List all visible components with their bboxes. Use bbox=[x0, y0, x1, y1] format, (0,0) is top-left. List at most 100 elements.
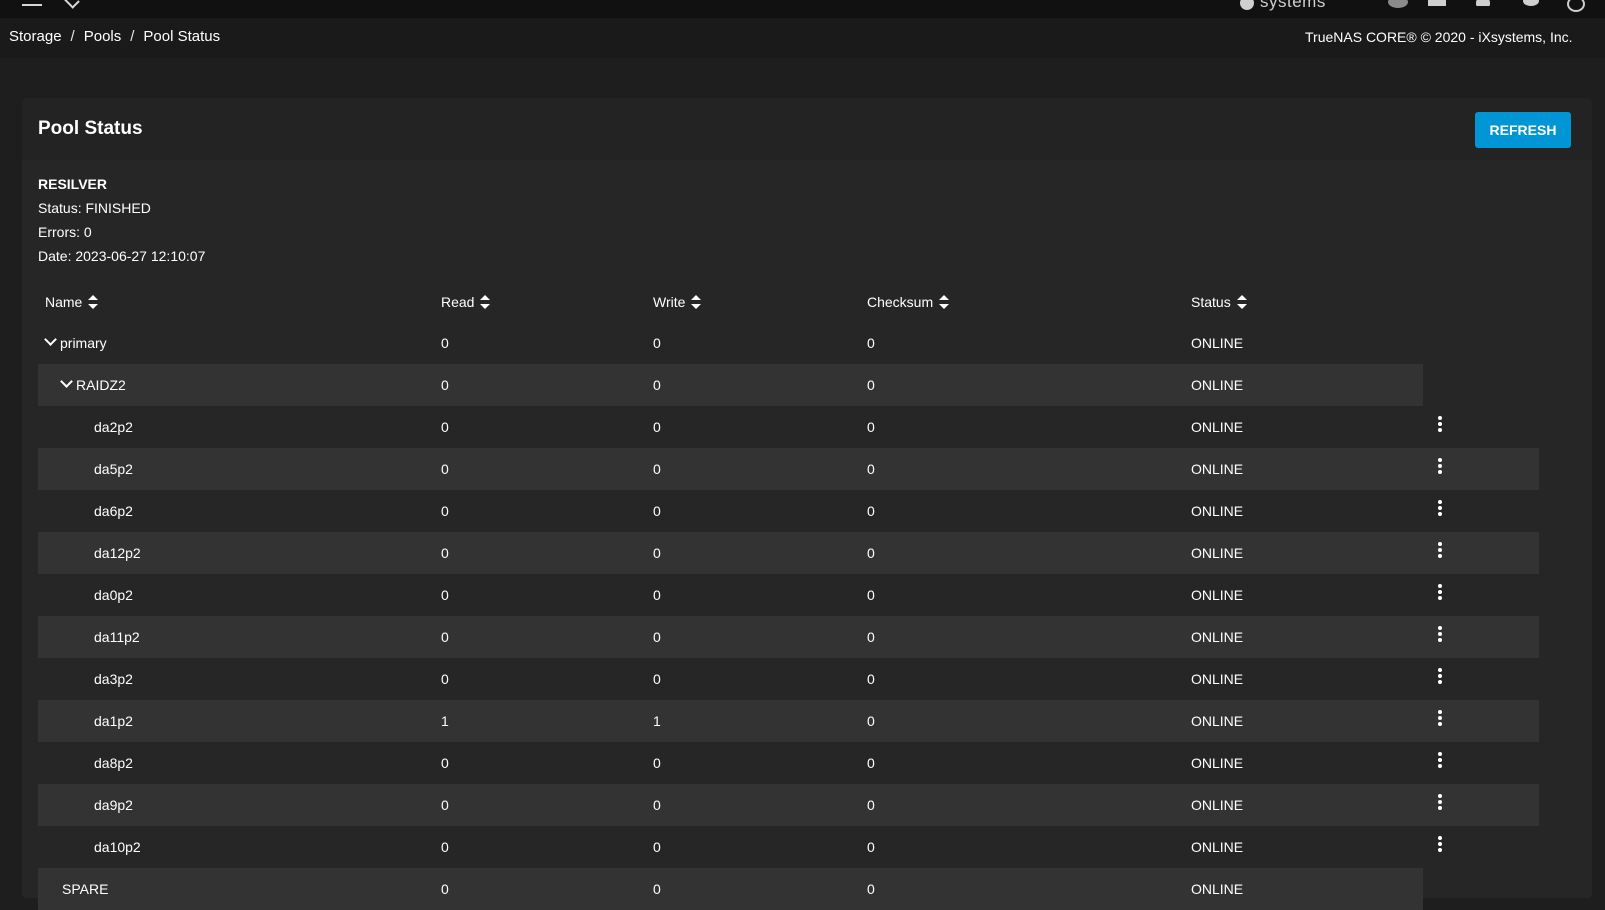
column-header-label: Checksum bbox=[867, 294, 934, 310]
cell-checksum: 0 bbox=[867, 461, 875, 477]
cell-write: 0 bbox=[653, 881, 661, 897]
cell-status: ONLINE bbox=[1191, 587, 1244, 603]
chevron-down-icon[interactable] bbox=[64, 0, 80, 9]
table-row[interactable]: da11p2 0 0 0 ONLINE bbox=[38, 616, 1594, 658]
kebab-dot bbox=[1438, 584, 1442, 588]
settings-gear-icon[interactable] bbox=[1523, 0, 1539, 6]
table-row[interactable]: da0p2 0 0 0 ONLINE bbox=[38, 574, 1594, 616]
cell-status: ONLINE bbox=[1191, 461, 1244, 477]
cell-checksum: 0 bbox=[867, 335, 875, 351]
column-header-read[interactable]: Read bbox=[441, 294, 491, 310]
kebab-dot bbox=[1438, 548, 1442, 552]
cell-status: ONLINE bbox=[1191, 881, 1244, 897]
table-row[interactable]: da12p2 0 0 0 ONLINE bbox=[38, 532, 1594, 574]
cell-checksum: 0 bbox=[867, 377, 875, 393]
breadcrumb-pools[interactable]: Pools bbox=[84, 28, 122, 45]
copyright-text: TrueNAS CORE® © 2020 - iXsystems, Inc. bbox=[1305, 29, 1573, 45]
cell-name: primary bbox=[44, 333, 107, 351]
table-row[interactable]: da10p2 0 0 0 ONLINE bbox=[38, 826, 1594, 868]
table-row[interactable]: da1p2 1 1 0 ONLINE bbox=[38, 700, 1594, 742]
notifications-bell-icon[interactable] bbox=[1476, 0, 1490, 6]
table-row[interactable]: primary 0 0 0 ONLINE bbox=[38, 322, 1594, 364]
row-name-label: da12p2 bbox=[94, 545, 141, 561]
cell-checksum: 0 bbox=[867, 545, 875, 561]
expand-chevron-icon[interactable] bbox=[60, 375, 73, 388]
cell-name: da9p2 bbox=[94, 797, 133, 813]
expand-chevron-icon[interactable] bbox=[44, 333, 57, 346]
more-options-icon[interactable] bbox=[1434, 584, 1446, 602]
cell-write: 1 bbox=[653, 713, 661, 729]
column-header-name[interactable]: Name bbox=[45, 294, 99, 310]
more-options-icon[interactable] bbox=[1434, 542, 1446, 560]
more-options-icon[interactable] bbox=[1434, 626, 1446, 644]
more-options-icon[interactable] bbox=[1434, 668, 1446, 686]
table-row[interactable]: da5p2 0 0 0 ONLINE bbox=[38, 448, 1594, 490]
kebab-dot bbox=[1438, 464, 1442, 468]
cell-read: 0 bbox=[441, 839, 449, 855]
cell-name: SPARE bbox=[62, 881, 108, 897]
cell-checksum: 0 bbox=[867, 629, 875, 645]
power-icon[interactable] bbox=[1567, 0, 1585, 12]
more-options-icon[interactable] bbox=[1434, 794, 1446, 812]
more-options-icon[interactable] bbox=[1434, 710, 1446, 728]
column-header-write[interactable]: Write bbox=[653, 294, 702, 310]
cell-name: da5p2 bbox=[94, 461, 133, 477]
cell-name: da0p2 bbox=[94, 587, 133, 603]
truecommand-icon[interactable] bbox=[1388, 0, 1408, 8]
row-name-label: da8p2 bbox=[94, 755, 133, 771]
column-header-status[interactable]: Status bbox=[1191, 294, 1247, 310]
kebab-dot bbox=[1438, 752, 1442, 756]
cell-read: 0 bbox=[441, 545, 449, 561]
ixsystems-logo: systems bbox=[1240, 0, 1326, 12]
kebab-dot bbox=[1438, 470, 1442, 474]
kebab-dot bbox=[1438, 626, 1442, 630]
cell-read: 0 bbox=[441, 461, 449, 477]
cell-read: 0 bbox=[441, 629, 449, 645]
more-options-icon[interactable] bbox=[1434, 500, 1446, 518]
table-row[interactable]: da6p2 0 0 0 ONLINE bbox=[38, 490, 1594, 532]
more-options-icon[interactable] bbox=[1434, 458, 1446, 476]
table-row[interactable]: da2p2 0 0 0 ONLINE bbox=[38, 406, 1594, 448]
kebab-dot bbox=[1438, 710, 1442, 714]
scan-type: RESILVER bbox=[38, 176, 107, 192]
row-name-label: da3p2 bbox=[94, 671, 133, 687]
page-title: Pool Status bbox=[38, 118, 143, 139]
top-toolbar: systems bbox=[0, 0, 1605, 18]
more-options-icon[interactable] bbox=[1434, 836, 1446, 854]
kebab-dot bbox=[1438, 674, 1442, 678]
cell-name: RAIDZ2 bbox=[60, 375, 126, 393]
table-row[interactable]: da9p2 0 0 0 ONLINE bbox=[38, 784, 1594, 826]
cell-status: ONLINE bbox=[1191, 545, 1244, 561]
kebab-dot bbox=[1438, 800, 1442, 804]
breadcrumb-storage[interactable]: Storage bbox=[9, 28, 62, 45]
directory-services-icon[interactable] bbox=[1428, 0, 1446, 6]
menu-icon[interactable] bbox=[22, 0, 42, 6]
cell-write: 0 bbox=[653, 545, 661, 561]
refresh-button[interactable]: REFRESH bbox=[1475, 112, 1571, 148]
table-row[interactable]: RAIDZ2 0 0 0 ONLINE bbox=[38, 364, 1594, 406]
table-row[interactable]: SPARE 0 0 0 ONLINE bbox=[38, 868, 1594, 910]
cell-status: ONLINE bbox=[1191, 419, 1244, 435]
cell-status: ONLINE bbox=[1191, 755, 1244, 771]
table-row[interactable]: da3p2 0 0 0 ONLINE bbox=[38, 658, 1594, 700]
more-options-icon[interactable] bbox=[1434, 752, 1446, 770]
cell-write: 0 bbox=[653, 335, 661, 351]
cell-read: 0 bbox=[441, 335, 449, 351]
cell-checksum: 0 bbox=[867, 881, 875, 897]
more-options-icon[interactable] bbox=[1434, 416, 1446, 434]
row-name-label: RAIDZ2 bbox=[76, 377, 126, 393]
row-name-label: primary bbox=[60, 335, 107, 351]
row-name-label: da5p2 bbox=[94, 461, 133, 477]
sort-icon bbox=[691, 295, 702, 310]
kebab-dot bbox=[1438, 554, 1442, 558]
breadcrumb-separator: / bbox=[130, 28, 135, 45]
table-row[interactable]: da8p2 0 0 0 ONLINE bbox=[38, 742, 1594, 784]
cell-name: da6p2 bbox=[94, 503, 133, 519]
column-header-checksum[interactable]: Checksum bbox=[867, 294, 950, 310]
breadcrumb-pool-status: Pool Status bbox=[143, 28, 221, 45]
kebab-dot bbox=[1438, 506, 1442, 510]
kebab-dot bbox=[1438, 428, 1442, 432]
column-header-label: Read bbox=[441, 294, 475, 310]
cell-status: ONLINE bbox=[1191, 713, 1244, 729]
cell-read: 1 bbox=[441, 713, 449, 729]
